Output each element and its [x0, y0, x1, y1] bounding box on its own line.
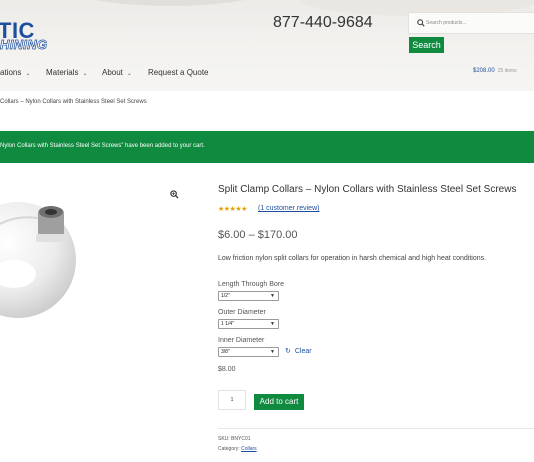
quantity-input[interactable]: 1 — [218, 390, 246, 410]
added-to-cart-notice: Nylon Collars with Stainless Steel Set S… — [0, 131, 534, 163]
refresh-icon: ↻ — [285, 348, 291, 355]
logo-subtext: HINING — [0, 37, 48, 52]
clear-selection-link[interactable]: ↻ Clear — [285, 347, 312, 355]
chevron-down-icon: ⌄ — [82, 71, 88, 77]
clear-label: Clear — [294, 348, 312, 355]
product-category: Category: Collars — [218, 446, 257, 452]
chevron-down-icon: ▼ — [270, 293, 275, 299]
select-value: 1 1/4" — [221, 321, 234, 327]
nav-item-label: About — [102, 68, 123, 77]
chevron-down-icon: ⌄ — [25, 71, 31, 77]
review-link[interactable]: (1 customer review) — [258, 205, 319, 212]
select-outer-diameter[interactable]: 1 1/4" ▼ — [218, 319, 279, 329]
variant-price: $8.00 — [218, 366, 236, 373]
option-label-outer-diameter: Outer Diameter — [218, 309, 266, 316]
nav-item-about[interactable]: About ⌄ — [102, 67, 132, 80]
select-length-through-bore[interactable]: 1/2" ▼ — [218, 291, 279, 301]
nav-item-label: ations — [0, 68, 22, 77]
select-value: 1/2" — [221, 293, 230, 299]
category-link[interactable]: Collars — [241, 446, 257, 452]
breadcrumb: Collars – Nylon Collars with Stainless S… — [0, 99, 147, 105]
chevron-down-icon: ▼ — [270, 321, 275, 327]
option-label-inner-diameter: Inner Diameter — [218, 337, 265, 344]
product-description: Low friction nylon split collars for ope… — [218, 255, 487, 262]
category-prefix: Category: — [218, 446, 240, 452]
cart-total: $208.00 — [473, 68, 495, 74]
select-inner-diameter[interactable]: 3/8" ▼ — [218, 347, 279, 357]
nav-item-label: Materials — [46, 68, 79, 77]
search-icon — [417, 19, 425, 27]
divider — [218, 428, 534, 429]
nav-item-materials[interactable]: Materials ⌄ — [46, 67, 87, 80]
chevron-down-icon: ⌄ — [126, 71, 132, 77]
nav-item-label: Request a Quote — [148, 68, 209, 77]
select-value: 3/8" — [221, 349, 230, 355]
zoom-icon[interactable] — [170, 190, 179, 199]
site-logo[interactable]: TIC HINING — [0, 20, 70, 52]
product-sku: SKU: BNYC01 — [218, 436, 251, 442]
cart-item-count: 25 items — [497, 68, 517, 74]
product-image[interactable] — [0, 190, 80, 340]
product-title: Split Clamp Collars – Nylon Collars with… — [218, 184, 517, 195]
price-range: $6.00 – $170.00 — [218, 229, 298, 241]
nav-item-request-quote[interactable]: Request a Quote — [148, 67, 208, 79]
notice-text: Nylon Collars with Stainless Steel Set S… — [0, 143, 205, 149]
site-header: TIC HINING 877-440-9684 Search ations⌄ M… — [0, 0, 534, 91]
cart-summary[interactable]: $208.00 25 items — [473, 68, 517, 74]
header-background-shape — [60, 0, 280, 6]
phone-number[interactable]: 877-440-9684 — [273, 14, 373, 32]
nav-item-applications[interactable]: ations ⌄ — [0, 67, 30, 80]
search-button[interactable]: Search — [409, 37, 444, 53]
search-box — [408, 12, 534, 34]
search-input[interactable] — [426, 16, 534, 30]
star-rating: ★★★★★ — [218, 206, 247, 213]
option-label-length: Length Through Bore — [218, 281, 285, 288]
add-to-cart-button[interactable]: Add to cart — [254, 394, 304, 410]
chevron-down-icon: ▼ — [270, 349, 275, 355]
